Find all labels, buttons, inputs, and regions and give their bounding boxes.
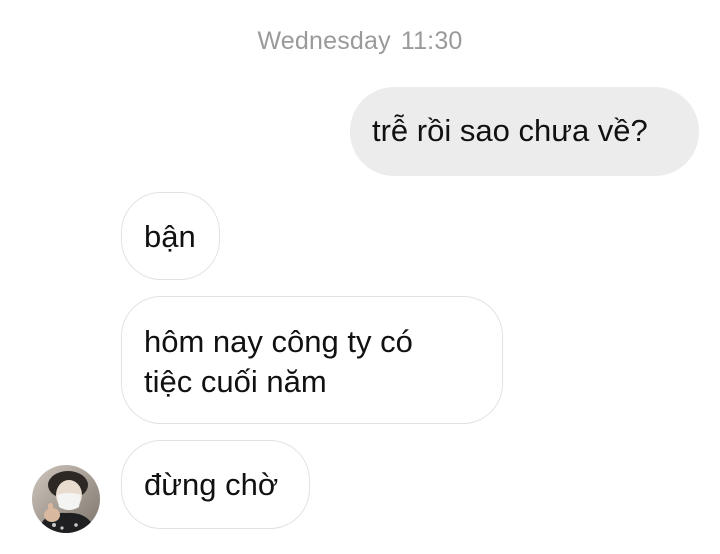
message-text: bận (144, 219, 196, 254)
message-text: trễ rồi sao chưa về? (372, 113, 648, 148)
received-message-bubble[interactable]: hôm nay công ty có tiệc cuối năm (121, 296, 503, 424)
message-text-line: hôm nay công ty có (144, 324, 413, 359)
message-timestamp: Wednesday 11:30 (0, 27, 720, 56)
sent-message-bubble[interactable]: trễ rồi sao chưa về? (350, 87, 699, 176)
contact-avatar[interactable] (32, 465, 100, 533)
message-text: đừng chờ (144, 467, 279, 502)
timestamp-time: 11:30 (400, 27, 463, 55)
message-text-line: tiệc cuối năm (144, 364, 327, 399)
timestamp-day: Wednesday (257, 27, 391, 55)
chat-screen: Wednesday 11:30 trễ rồi sao chưa về? bận … (0, 0, 720, 554)
avatar-photo-icon (32, 465, 100, 533)
received-message-bubble[interactable]: bận (121, 192, 220, 280)
received-message-bubble[interactable]: đừng chờ (121, 440, 310, 529)
